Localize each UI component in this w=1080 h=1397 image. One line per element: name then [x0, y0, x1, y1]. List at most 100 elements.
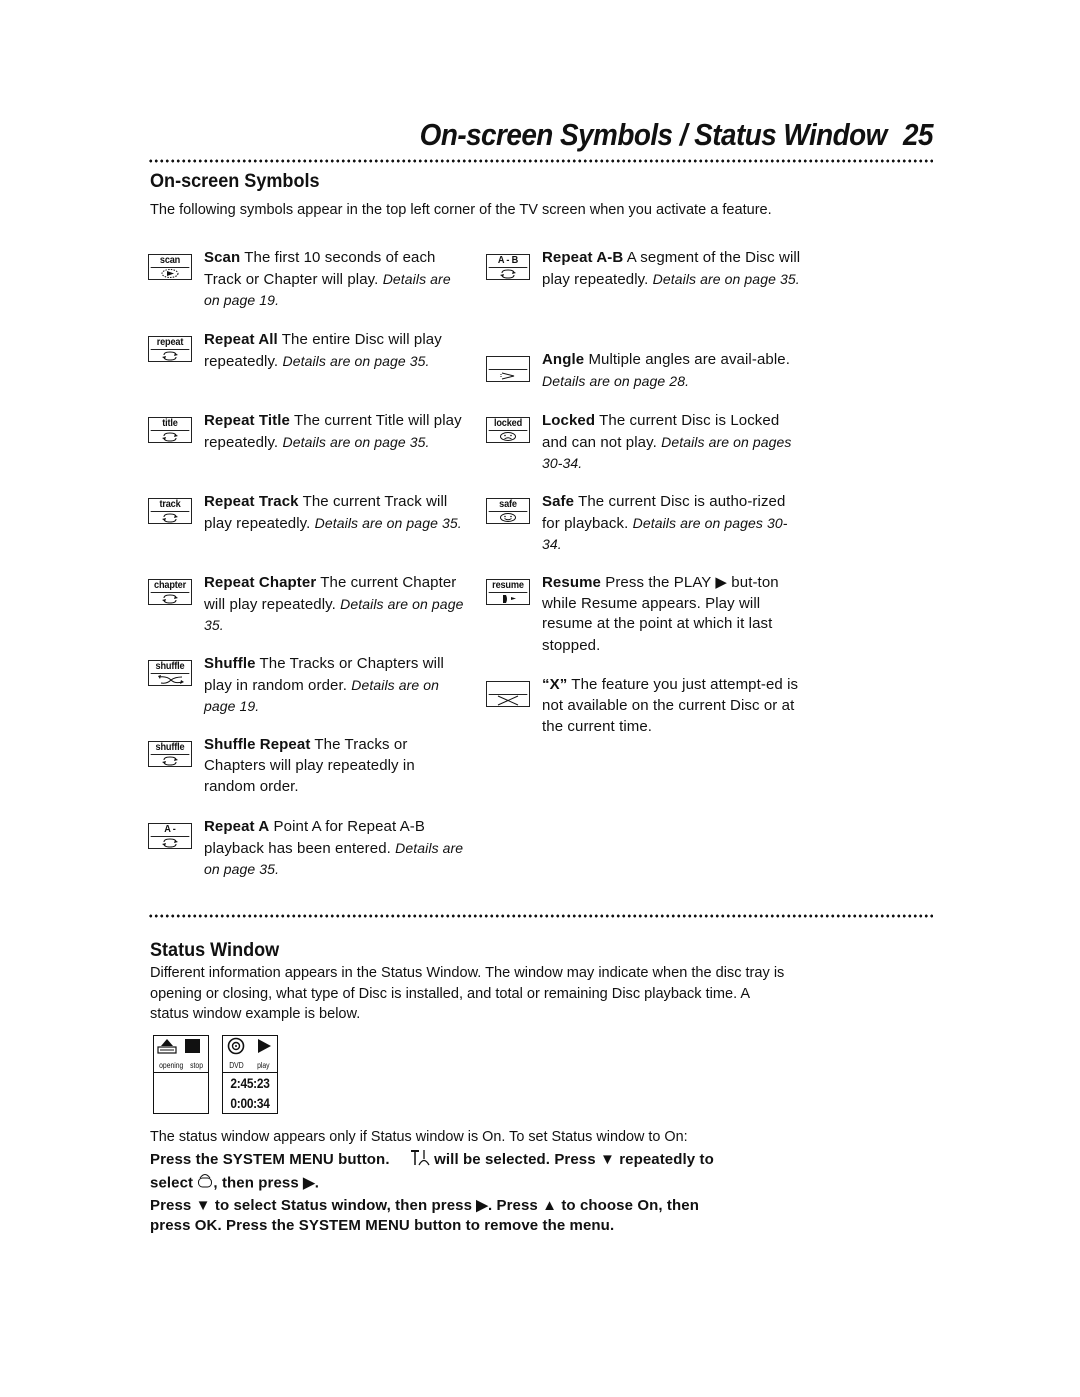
elapsed-time-readout: 0:00:34 [230, 1095, 270, 1111]
symbol-description: Repeat A-B A segment of the Disc will pl… [542, 248, 802, 290]
symbol-name: Scan [204, 249, 241, 266]
up-arrow-icon: ▲ [542, 1196, 558, 1214]
symbol-details-reference: Details are on page 35. [282, 352, 430, 369]
symbol-icon-box: title [148, 417, 192, 443]
symbol-name: Repeat Chapter [204, 574, 317, 591]
caption-play: play [257, 1061, 270, 1070]
right-arrow-icon: ▶ [476, 1196, 488, 1214]
step1-text-b: will be selected. Press [429, 1150, 600, 1168]
sad-face-icon [500, 432, 516, 441]
resume-icon [503, 595, 516, 603]
symbol-description: Repeat Title The current Title will play… [204, 411, 464, 453]
step2-text-d: to choose On, then [557, 1196, 699, 1214]
caption-stop: stop [190, 1061, 203, 1070]
symbol-icon-label: scan [150, 255, 190, 268]
symbol-icon-box: repeat [148, 336, 192, 362]
page-number: 25 [903, 117, 934, 152]
status-window-intro: Different information appears in the Sta… [150, 964, 785, 1022]
symbol-icon-box: scan [148, 254, 192, 280]
symbol-name: Angle [542, 351, 585, 368]
symbol-icon-label: shuffle [150, 742, 190, 755]
symbol-description: Safe The current Disc is autho-rized for… [542, 492, 802, 556]
symbol-icon-box: chapter [148, 579, 192, 605]
symbol-icon-label: repeat [150, 337, 190, 350]
instruction-step-1: Press the SYSTEM MENU button. will be se… [150, 1148, 820, 1196]
status-window-example-right: DVD play 2:45:23 0:00:34 [222, 1035, 278, 1114]
symbol-icon-box: shuffle [148, 660, 192, 686]
symbol-icon-label: shuffle [150, 661, 190, 674]
symbol-icon-box: resume [486, 579, 530, 605]
symbol-icon-label: resume [488, 580, 528, 593]
symbol-details-reference: Details are on page 35. [652, 270, 800, 287]
symbol-icon-label: A - B [488, 255, 528, 268]
caption-opening: opening [159, 1061, 184, 1070]
symbol-icon-box: A - B [486, 254, 530, 280]
symbol-description: Shuffle The Tracks or Chapters will play… [204, 654, 464, 718]
step1-text-a: Press the SYSTEM MENU button. [150, 1150, 390, 1168]
play-triangle-icon [258, 1039, 271, 1053]
right-arrow-icon: ▶ [303, 1174, 315, 1192]
repeat-arrows-icon [162, 756, 178, 766]
page-title: On-screen Symbols / Status Window 25 [219, 115, 934, 155]
status-window-example-left: opening stop [153, 1035, 209, 1114]
down-arrow-icon: ▼ [599, 1150, 615, 1168]
symbol-details-reference: Details are on page 35. [282, 433, 430, 450]
symbol-name: “X” [542, 676, 568, 693]
symbol-icon-box: safe [486, 498, 530, 524]
symbol-icon-box: A - [148, 823, 192, 849]
step2-text-b: to select Status window, then press [210, 1196, 477, 1214]
symbol-name: Safe [542, 493, 575, 510]
symbol-text: Multiple angles are avail-able. [584, 351, 790, 368]
symbol-description: Repeat Chapter The current Chapter will … [204, 573, 464, 637]
dotted-divider-top [148, 159, 933, 163]
symbol-icon-label [488, 357, 528, 370]
page-title-text: On-screen Symbols / Status Window [419, 117, 888, 152]
status-window-note: The status window appears only if Status… [150, 1128, 688, 1145]
stop-square-icon [185, 1039, 200, 1053]
system-settings-icon [410, 1148, 430, 1173]
symbol-description: Angle Multiple angles are avail-able. De… [542, 350, 802, 392]
repeat-arrows-icon [162, 838, 178, 848]
onscreen-symbols-intro: The following symbols appear in the top … [150, 201, 772, 218]
symbol-description: Locked The current Disc is Locked and ca… [542, 411, 802, 475]
symbol-icon-label: title [150, 418, 190, 431]
scan-play-icon [161, 269, 179, 278]
symbol-icon-box: track [148, 498, 192, 524]
step2-text-c: . Press [487, 1196, 543, 1214]
step1-text-d: select [150, 1174, 198, 1192]
symbol-name: Shuffle [204, 655, 256, 672]
symbol-description: Resume Press the PLAY ▶ but-ton while Re… [542, 573, 802, 656]
symbol-description: Repeat Track The current Track will play… [204, 492, 464, 534]
symbol-description: Scan The first 10 seconds of each Track … [204, 248, 464, 312]
status-display-icon [197, 1172, 213, 1196]
repeat-arrows-icon [162, 432, 178, 442]
symbol-icon-box [486, 356, 530, 382]
instruction-step-2: Press ▼ to select Status window, then pr… [150, 1196, 820, 1237]
symbol-icon-box: shuffle [148, 741, 192, 767]
symbol-icon-label: A - [150, 824, 190, 837]
section-heading-onscreen-symbols: On-screen Symbols [150, 171, 320, 192]
symbol-icon-label [488, 682, 528, 695]
symbol-name: Repeat Track [204, 493, 299, 510]
symbol-icon-label: track [150, 499, 190, 512]
smile-face-icon [500, 513, 516, 522]
section-heading-status-window: Status Window [150, 940, 280, 961]
dotted-divider-middle [148, 914, 933, 918]
symbol-name: Resume [542, 574, 601, 591]
angle-camera-icon [500, 372, 515, 380]
step1-text-f: . [314, 1174, 319, 1192]
caption-dvd: DVD [229, 1061, 244, 1070]
symbol-name: Shuffle Repeat [204, 736, 311, 753]
repeat-arrows-icon [162, 513, 178, 523]
symbol-icon-label: safe [488, 499, 528, 512]
repeat-arrows-icon [500, 269, 516, 279]
symbol-name: Repeat A-B [542, 249, 624, 266]
symbol-description: “X” The feature you just attempt-ed is n… [542, 675, 802, 738]
symbol-description: Repeat All The entire Disc will play rep… [204, 330, 464, 372]
status-window-instructions: The status window appears only if Status… [150, 1127, 820, 1237]
symbol-details-reference: Details are on page 28. [542, 372, 690, 389]
symbol-text: The feature you just attempt-ed is not a… [542, 676, 799, 735]
symbol-icon-label: locked [488, 418, 528, 431]
repeat-arrows-icon [162, 351, 178, 361]
step1-text-c: repeatedly to [614, 1150, 714, 1168]
